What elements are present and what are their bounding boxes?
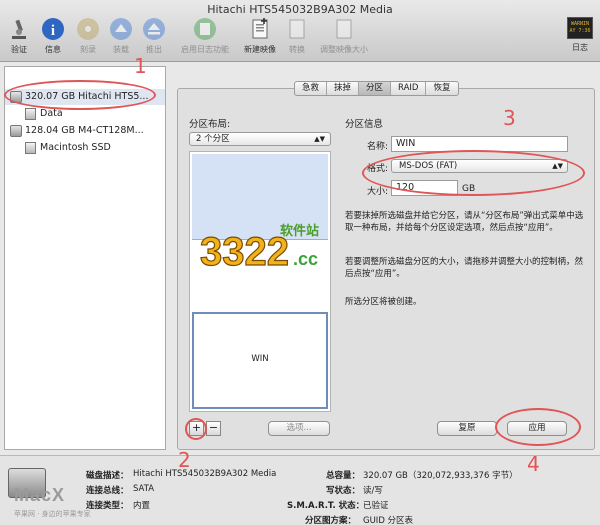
smart-status-value: 已验证 — [363, 501, 389, 511]
partition-scheme-value: GUID 分区表 — [363, 516, 414, 525]
write-status-value: 读/写 — [363, 486, 383, 496]
sidebar-item-macintosh-ssd[interactable]: Macintosh SSD — [5, 140, 165, 156]
info-label: 信息 — [45, 45, 61, 54]
sidebar-item-m4-disk[interactable]: 128.04 GB M4-CT128M... — [5, 123, 165, 139]
watermark-suffix: .cc — [293, 249, 318, 269]
partition-layout-select[interactable]: 2 个分区 ▲▼ — [189, 132, 331, 146]
partition-layout-label: 分区布局: — [189, 119, 231, 130]
smart-status-label: S.M.A.R.T. 状态： — [287, 501, 365, 511]
disk-list-sidebar: 320.07 GB Hitachi HTS5... Data 128.04 GB… — [4, 66, 166, 450]
partition-block-win[interactable]: WIN — [192, 312, 328, 409]
new-image-icon — [252, 18, 268, 39]
write-status-label: 写状态： — [326, 486, 361, 496]
eject-button[interactable]: 推出 — [141, 17, 167, 59]
new-image-button[interactable]: 新建映像 — [240, 17, 280, 59]
partition-block-label: WIN — [251, 354, 269, 364]
annotation-number-2: 2 — [178, 448, 191, 472]
log-badge-line2: AY 7:36 — [569, 28, 591, 34]
annotation-number-4: 4 — [527, 452, 540, 476]
volume-icon — [25, 142, 36, 154]
watermark-digits: 3322 — [200, 230, 289, 274]
mount-icon — [110, 18, 132, 40]
sidebar-item-label: Macintosh SSD — [40, 142, 111, 153]
annotation-number-1: 1 — [134, 54, 147, 78]
eject-icon — [143, 18, 165, 40]
disk-description-label: 磁盘描述： — [86, 471, 129, 481]
tab-raid[interactable]: RAID — [391, 82, 427, 95]
enable-journaling-label: 启用日志功能 — [181, 45, 229, 54]
resize-image-label: 调整映像大小 — [320, 45, 368, 54]
connection-bus-value: SATA — [133, 484, 155, 494]
partition-scheme-label: 分区图方案： — [305, 516, 357, 525]
svg-text:i: i — [51, 23, 55, 39]
console-log-icon: WARNIN AY 7:36 — [567, 17, 593, 39]
name-label: 名称: — [366, 142, 388, 152]
window-title: Hitachi HTS545032B9A302 Media — [207, 3, 393, 16]
tab-bar: 急救 抹掉 分区 RAID 恢复 — [294, 81, 459, 96]
annotation-number-3: 3 — [503, 106, 516, 130]
burn-button[interactable]: 刻录 — [75, 17, 101, 59]
tab-restore[interactable]: 恢复 — [426, 82, 457, 95]
burn-disc-icon — [77, 18, 99, 40]
annotation-ring-3 — [362, 150, 585, 196]
tab-partition[interactable]: 分区 — [359, 82, 392, 95]
capacity-value: 320.07 GB（320,072,933,376 字节） — [363, 471, 518, 481]
new-image-label: 新建映像 — [244, 45, 276, 54]
convert-icon — [289, 19, 305, 39]
help-text-status: 所选分区将被创建。 — [345, 297, 422, 307]
info-icon: i — [42, 18, 64, 40]
resize-image-icon — [336, 19, 352, 39]
partition-map: WIN — [189, 151, 331, 412]
enable-journaling-button[interactable]: 启用日志功能 — [177, 17, 233, 59]
partition-layout-value: 2 个分区 — [196, 134, 230, 144]
microscope-icon — [12, 19, 26, 39]
mount-button[interactable]: 装载 — [108, 17, 134, 59]
annotation-ring-1 — [4, 80, 156, 110]
convert-button[interactable]: 转换 — [285, 17, 309, 59]
resize-image-button[interactable]: 调整映像大小 — [316, 17, 372, 59]
help-text-erase: 若要抹掉所选磁盘并给它分区，请从“分区布局”弹出式菜单中选取一种布局，并给每个分… — [345, 211, 584, 233]
verify-label: 验证 — [11, 45, 27, 54]
revert-button[interactable]: 复原 — [437, 421, 497, 436]
connection-type-label: 连接类型： — [86, 501, 129, 511]
volume-icon — [25, 108, 36, 120]
mount-label: 装载 — [113, 45, 129, 54]
annotation-ring-2 — [185, 418, 207, 440]
hard-disk-icon — [10, 125, 22, 137]
tab-erase[interactable]: 抹掉 — [327, 82, 360, 95]
log-button[interactable]: WARNIN AY 7:36 日志 — [566, 17, 594, 59]
journal-icon — [194, 18, 216, 40]
capacity-label: 总容量： — [326, 471, 361, 481]
annotation-ring-4 — [495, 408, 581, 446]
options-button[interactable]: 选项... — [268, 421, 330, 436]
disk-utility-window: Hitachi HTS545032B9A302 Media 验证 i 信息 刻录 — [0, 0, 600, 525]
convert-label: 转换 — [289, 45, 305, 54]
bottom-watermark-sub: 苹果网 · 身边的苹果专家 — [14, 510, 91, 518]
watermark-tag: 软件站 — [280, 223, 319, 239]
disk-description-value: Hitachi HTS545032B9A302 Media — [133, 469, 277, 479]
connection-type-value: 内置 — [133, 501, 151, 511]
burn-label: 刻录 — [80, 45, 96, 54]
watermark-logo: 3322 .cc 软件站 — [199, 223, 319, 275]
titlebar: Hitachi HTS545032B9A302 Media 验证 i 信息 刻录 — [0, 0, 600, 62]
partition-info-label: 分区信息 — [345, 119, 384, 130]
bottom-watermark-brand: MacX — [14, 485, 66, 505]
log-label: 日志 — [572, 43, 588, 52]
help-text-resize: 若要调整所选磁盘分区的大小，请拖移并调整大小的控制柄，然后点按“应用”。 — [345, 257, 584, 279]
sidebar-item-label: 128.04 GB M4-CT128M... — [25, 125, 144, 136]
info-button[interactable]: i 信息 — [40, 17, 66, 59]
popup-arrows-icon: ▲▼ — [314, 135, 325, 143]
log-badge-line1: WARNIN — [570, 21, 590, 27]
verify-button[interactable]: 验证 — [6, 17, 32, 59]
tab-first-aid[interactable]: 急救 — [295, 82, 328, 95]
remove-partition-button[interactable]: − — [206, 421, 221, 436]
connection-bus-label: 连接总线： — [86, 486, 129, 496]
